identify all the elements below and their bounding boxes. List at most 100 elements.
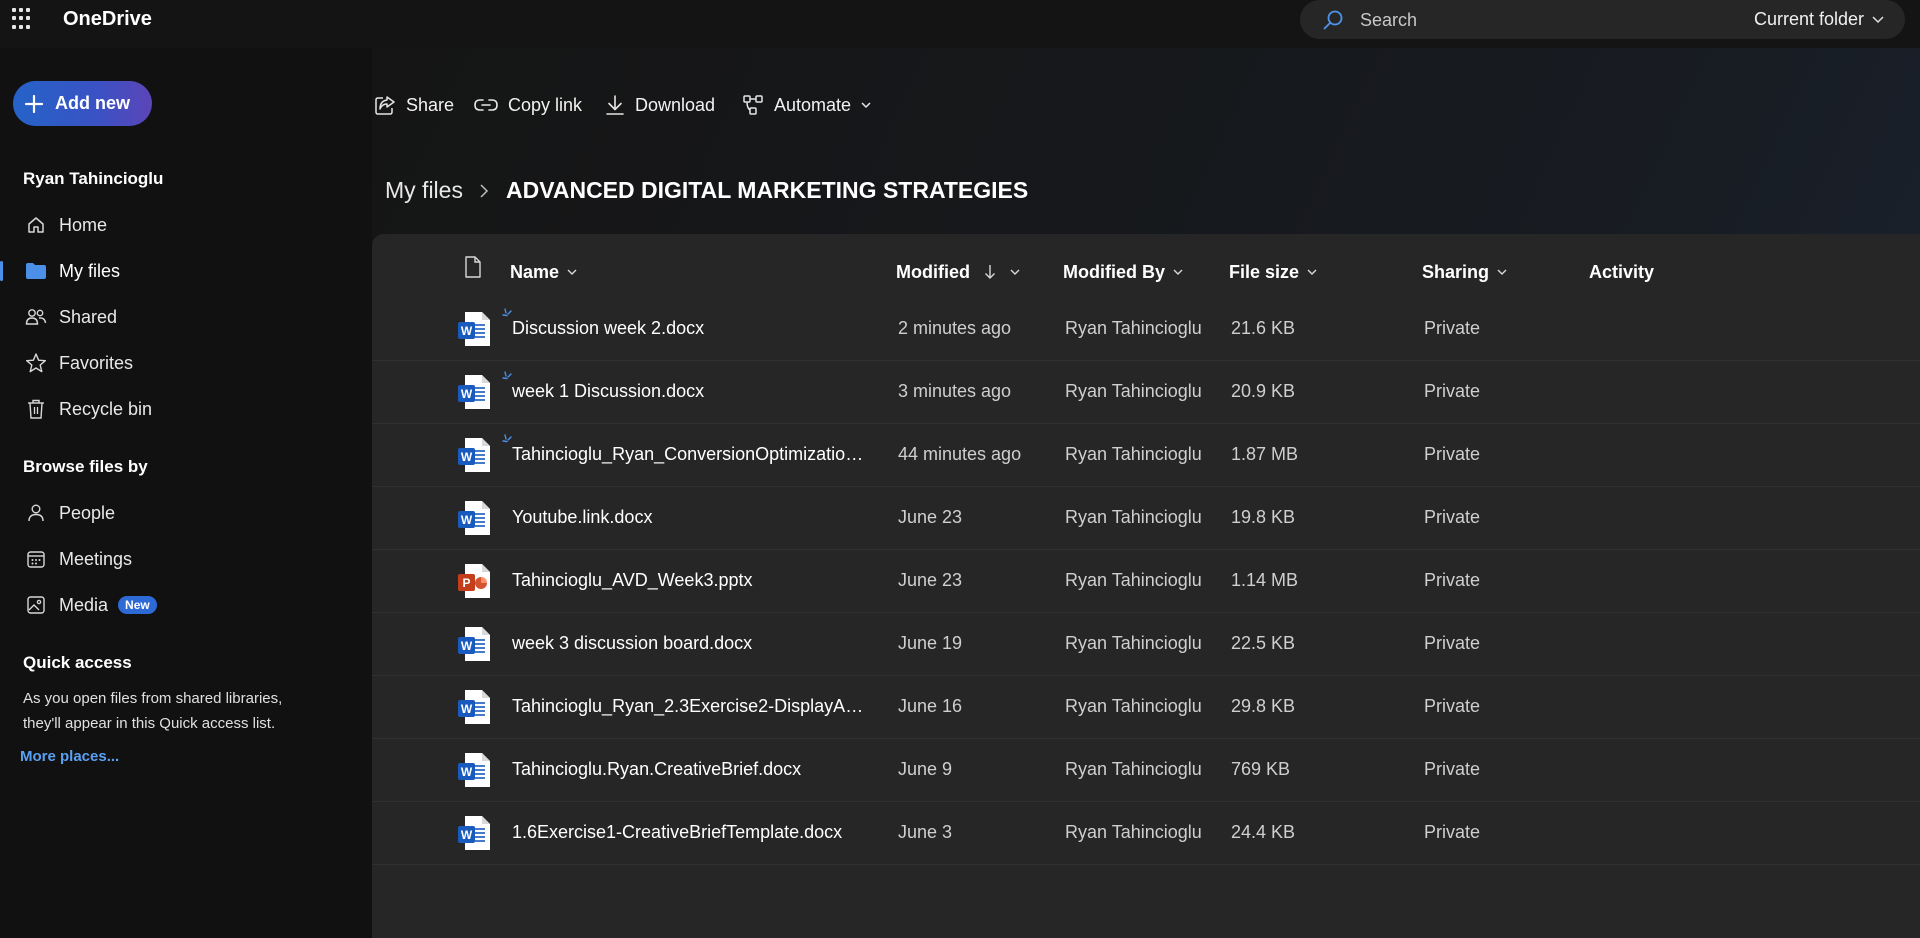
modified-cell: 44 minutes ago — [898, 444, 1022, 464]
file-icon: W — [456, 436, 492, 474]
file-name-link[interactable]: 1.6Exercise1-CreativeBriefTemplate.docx — [512, 822, 867, 843]
sidebar-item-label: Favorites — [59, 352, 134, 373]
file-name-link[interactable]: Discussion week 2.docx — [512, 318, 867, 339]
svg-text:P: P — [462, 576, 470, 590]
file-name-link[interactable]: Tahincioglu_AVD_Week3.pptx — [512, 570, 867, 591]
svg-text:W: W — [461, 387, 473, 401]
sidebar-item-people[interactable]: People — [0, 493, 372, 533]
quick-access-text: As you open files from shared libraries,… — [23, 690, 283, 732]
user-name: Ryan Tahincioglu — [23, 169, 164, 188]
quick-access-title: Quick access — [23, 653, 132, 672]
file-name-link[interactable]: week 3 discussion board.docx — [512, 633, 867, 654]
table-row[interactable]: W Tahincioglu.Ryan.CreativeBrief.docx June… — [372, 739, 1920, 802]
file-name-link[interactable]: Tahincioglu.Ryan.CreativeBrief.docx — [512, 759, 867, 780]
modified-cell: June 9 — [898, 759, 953, 779]
app-title[interactable]: OneDrive — [63, 8, 152, 31]
sharing-cell: Private — [1424, 570, 1481, 590]
modified-by-cell: Ryan Tahincioglu — [1065, 444, 1202, 464]
column-header-name[interactable]: Name — [510, 257, 577, 287]
chevron-down-icon — [1173, 269, 1183, 275]
file-name-link[interactable]: Tahincioglu_Ryan_ConversionOptimization.… — [512, 444, 867, 465]
column-header-modified[interactable]: Modified — [896, 257, 1020, 287]
automate-button[interactable]: Automate — [742, 92, 871, 118]
chevron-down-icon — [1872, 16, 1884, 24]
table-row[interactable]: W Youtube.link.docx June 23 Ryan Tahinciogl… — [372, 487, 1920, 550]
sidebar-item-media[interactable]: Media New — [0, 585, 372, 625]
table-row[interactable]: W Tahincioglu_Ryan_2.3Exercise2-DisplayAd… — [372, 676, 1920, 739]
svg-text:W: W — [461, 828, 473, 842]
sidebar-item-recycle-bin[interactable]: Recycle bin — [0, 389, 372, 429]
sidebar: Add new Ryan Tahincioglu Home My files S… — [0, 48, 372, 938]
share-button[interactable]: Share — [374, 92, 454, 118]
column-header-activity[interactable]: Activity — [1589, 257, 1654, 287]
copy-link-label: Copy link — [508, 94, 583, 115]
file-name-link[interactable]: Tahincioglu_Ryan_2.3Exercise2-DisplayAd.… — [512, 696, 867, 717]
word-file-icon: W — [458, 501, 490, 535]
modified-by-cell: Ryan Tahincioglu — [1065, 381, 1202, 401]
word-file-icon: W — [458, 627, 490, 661]
search-box[interactable]: Current folder — [1300, 0, 1905, 39]
share-icon — [375, 96, 395, 115]
table-row[interactable]: W 1.6Exercise1-CreativeBriefTemplate.docx… — [372, 802, 1920, 865]
modified-by-cell: Ryan Tahincioglu — [1065, 822, 1202, 842]
sidebar-item-home[interactable]: Home — [0, 205, 372, 245]
table-row[interactable]: Wweek 3 discussion board.docx June 19 Ryan… — [372, 613, 1920, 676]
modified-cell: June 3 — [898, 822, 953, 842]
download-button[interactable]: Download — [605, 92, 715, 118]
word-file-icon: W — [458, 438, 490, 472]
chevron-right-icon — [480, 184, 489, 198]
app-launcher-icon[interactable] — [12, 8, 34, 30]
modified-cell: June 23 — [898, 507, 963, 527]
file-icon: W — [456, 625, 492, 663]
file-type-icon[interactable] — [464, 256, 482, 278]
modified-by-cell: Ryan Tahincioglu — [1065, 318, 1202, 338]
table-row[interactable]: P Tahincioglu_AVD_Week3.pptx June 23 Ryan T… — [372, 550, 1920, 613]
table-row[interactable]: W Discussion week 2.docx 2 minutes ago Ryan… — [372, 298, 1920, 361]
svg-text:W: W — [461, 450, 473, 464]
file-size-cell: 29.8 KB — [1231, 696, 1296, 716]
more-places-link[interactable]: More places... — [20, 748, 119, 765]
modified-by-cell: Ryan Tahincioglu — [1065, 633, 1202, 653]
search-scope-dropdown[interactable]: Current folder — [1754, 9, 1884, 30]
sidebar-item-label: People — [59, 502, 116, 523]
column-header-sharing[interactable]: Sharing — [1422, 257, 1507, 287]
column-header-label: File size — [1229, 261, 1300, 282]
sharing-cell: Private — [1424, 759, 1481, 779]
svg-text:W: W — [461, 702, 473, 716]
sidebar-item-shared[interactable]: Shared — [0, 297, 372, 337]
modified-by-cell: Ryan Tahincioglu — [1065, 696, 1202, 716]
sharing-cell: Private — [1424, 444, 1481, 464]
download-label: Download — [635, 94, 716, 115]
word-file-icon: W — [458, 690, 490, 724]
sidebar-item-meetings[interactable]: Meetings — [0, 539, 372, 579]
file-icon: W — [456, 310, 492, 348]
add-new-button[interactable]: Add new — [13, 81, 152, 126]
sidebar-item-favorites[interactable]: Favorites — [0, 343, 372, 383]
sidebar-item-label: Shared — [59, 306, 118, 327]
column-header-file-size[interactable]: File size — [1229, 257, 1317, 287]
modified-cell: June 16 — [898, 696, 963, 716]
sharing-cell: Private — [1424, 633, 1481, 653]
file-name-link[interactable]: Youtube.link.docx — [512, 507, 867, 528]
automate-label: Automate — [774, 94, 852, 115]
file-size-cell: 22.5 KB — [1231, 633, 1296, 653]
file-size-cell: 21.6 KB — [1231, 318, 1296, 338]
search-input[interactable] — [1360, 6, 1660, 34]
page-title: ADVANCED DIGITAL MARKETING STRATEGIES — [506, 177, 1029, 203]
modified-by-cell: Ryan Tahincioglu — [1065, 507, 1202, 527]
plus-icon — [25, 94, 43, 113]
word-file-icon: W — [458, 312, 490, 346]
breadcrumb-my-files[interactable]: My files — [385, 177, 463, 204]
file-icon: W — [456, 814, 492, 852]
copy-link-button[interactable]: Copy link — [474, 92, 582, 118]
sidebar-item-my-files[interactable]: My files — [0, 251, 372, 291]
table-row[interactable]: W Tahincioglu_Ryan_ConversionOptimization… — [372, 424, 1920, 487]
table-row[interactable]: Wweek 1 Discussion.docx 3 minutes ago Ryan… — [372, 361, 1920, 424]
sharing-cell: Private — [1424, 507, 1481, 527]
file-icon: W — [456, 373, 492, 411]
search-scope-label: Current folder — [1754, 9, 1865, 29]
chevron-down-icon — [1497, 269, 1507, 275]
file-icon: P — [456, 562, 492, 600]
column-header-modified-by[interactable]: Modified By — [1063, 257, 1183, 287]
file-name-link[interactable]: week 1 Discussion.docx — [512, 381, 867, 402]
